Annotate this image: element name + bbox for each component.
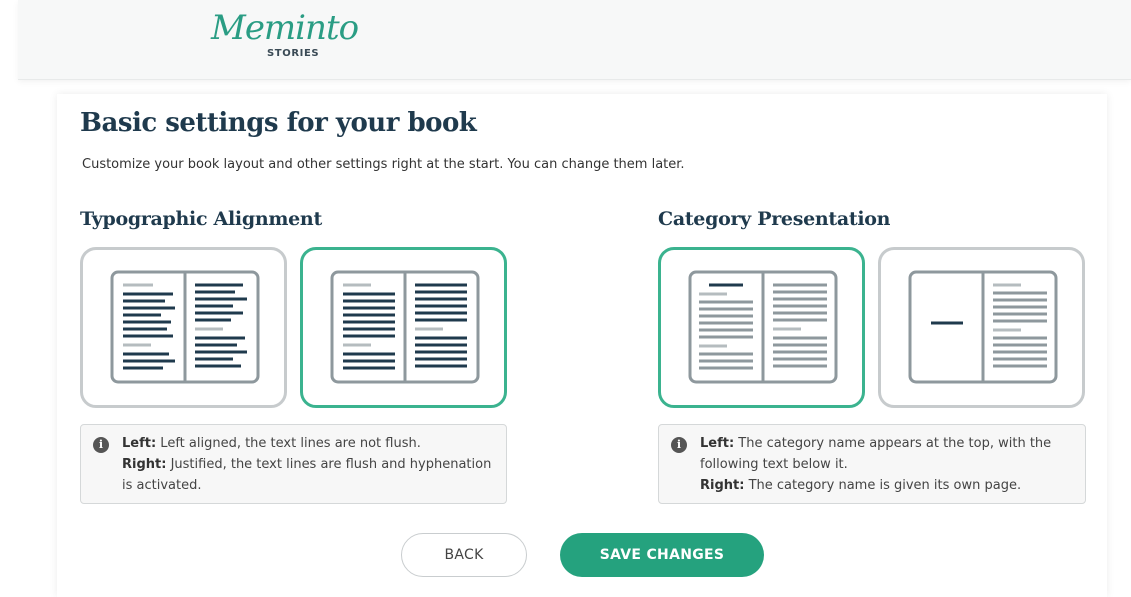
- info-left-text: The category name appears at the top, wi…: [700, 436, 1052, 472]
- info-left-label: Left:: [700, 436, 735, 451]
- category-info-text: Left: The category name appears at the t…: [700, 433, 1075, 496]
- category-top-book-icon: [688, 270, 838, 384]
- typographic-info-text: Left: Left aligned, the text lines are n…: [122, 433, 496, 496]
- info-icon: i: [671, 437, 687, 453]
- back-button[interactable]: BACK: [401, 533, 527, 577]
- info-right-label: Right:: [122, 457, 167, 472]
- logo-subtitle: STORIES: [267, 48, 320, 59]
- info-right-text: The category name is given its own page.: [744, 478, 1022, 493]
- info-left-label: Left:: [122, 436, 157, 451]
- save-changes-button[interactable]: SAVE CHANGES: [560, 533, 764, 577]
- info-right-text: Justified, the text lines are flush and …: [122, 457, 492, 493]
- meminto-logo[interactable]: Meminto STORIES: [211, 8, 359, 68]
- category-presentation-heading: Category Presentation: [658, 208, 891, 230]
- option-justified[interactable]: [300, 247, 507, 408]
- category-info-box: i Left: The category name appears at the…: [658, 424, 1086, 504]
- left-aligned-book-icon: [110, 270, 260, 384]
- option-category-top[interactable]: [658, 247, 865, 408]
- typographic-alignment-heading: Typographic Alignment: [80, 208, 322, 230]
- info-right-label: Right:: [700, 478, 745, 493]
- info-left-text: Left aligned, the text lines are not flu…: [156, 436, 421, 451]
- page-subtitle: Customize your book layout and other set…: [82, 157, 685, 172]
- typographic-info-box: i Left: Left aligned, the text lines are…: [80, 424, 507, 504]
- logo-wordmark: Meminto: [211, 8, 359, 48]
- option-category-own-page[interactable]: [878, 247, 1085, 408]
- info-icon: i: [93, 437, 109, 453]
- page-title: Basic settings for your book: [80, 108, 477, 138]
- top-header: Meminto STORIES: [18, 0, 1131, 80]
- category-own-page-book-icon: [908, 270, 1058, 384]
- option-left-aligned[interactable]: [80, 247, 287, 408]
- justified-book-icon: [330, 270, 480, 384]
